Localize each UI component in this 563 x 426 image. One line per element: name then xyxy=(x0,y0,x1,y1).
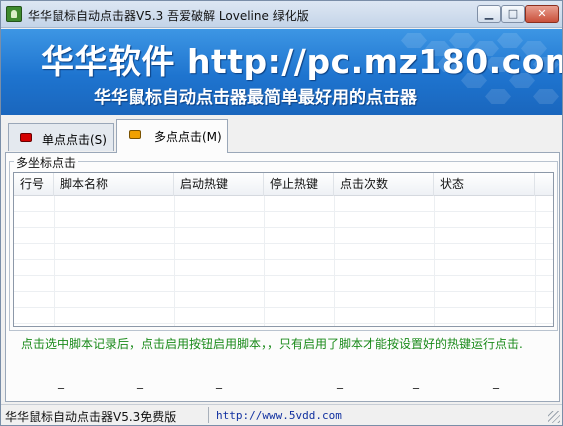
empty-list-row xyxy=(14,212,553,228)
column-header-status[interactable]: 状态 xyxy=(434,173,535,196)
empty-list-row xyxy=(14,260,553,276)
main-window: 华华鼠标自动点击器V5.3 吾爱破解 Loveline 绿化版 ▁ □ ✕ 华华… xyxy=(0,0,563,426)
status-divider xyxy=(208,407,209,423)
banner-hex-decoration xyxy=(533,89,559,104)
empty-list-row xyxy=(14,292,553,308)
column-header-stop-hotkey[interactable]: 停止热键 xyxy=(264,173,334,196)
placeholder-dash: _ xyxy=(337,375,343,389)
placeholder-dash: _ xyxy=(58,375,64,389)
tab-single-click[interactable]: 单点点击(S) xyxy=(8,123,114,151)
script-list[interactable]: 行号 脚本名称 启动热键 停止热键 点击次数 状态 xyxy=(13,172,554,327)
banner-subtitle: 华华鼠标自动点击器最简单最好用的点击器 xyxy=(94,88,417,108)
placeholder-dash: _ xyxy=(493,375,499,389)
title-bar[interactable]: 华华鼠标自动点击器V5.3 吾爱破解 Loveline 绿化版 ▁ □ ✕ xyxy=(1,1,562,28)
banner-title: 华华软件 http://pc.mz180.com xyxy=(41,42,562,81)
column-header-click-count[interactable]: 点击次数 xyxy=(334,173,434,196)
close-button[interactable]: ✕ xyxy=(525,5,559,23)
tab-multi-click[interactable]: 多点点击(M) xyxy=(116,119,228,153)
placeholder-dash: _ xyxy=(137,375,143,389)
banner-hex-decoration xyxy=(485,89,511,104)
usage-hint: 点击选中脚本记录后，点击启用按钮启用脚本，，只有启用了脚本才能按设置好的热键运行… xyxy=(21,337,523,351)
empty-list-row xyxy=(14,276,553,292)
list-header: 行号 脚本名称 启动热键 停止热键 点击次数 状态 xyxy=(14,173,553,196)
column-header-script-name[interactable]: 脚本名称 xyxy=(54,173,174,196)
red-square-icon xyxy=(20,133,32,142)
placeholder-dash: _ xyxy=(413,375,419,389)
group-title: 多坐标点击 xyxy=(14,154,79,171)
empty-list-row xyxy=(14,228,553,244)
status-bar: 华华鼠标自动点击器V5.3免费版 http://www.5vdd.com xyxy=(1,404,562,425)
tab-single-click-label: 单点点击(S) xyxy=(42,133,107,147)
status-app-version: 华华鼠标自动点击器V5.3免费版 xyxy=(5,410,177,424)
tab-multi-click-label: 多点点击(M) xyxy=(154,130,222,144)
app-icon xyxy=(6,6,22,22)
minimize-button[interactable]: ▁ xyxy=(477,5,501,23)
empty-list-row xyxy=(14,196,553,212)
status-website-link[interactable]: http://www.5vdd.com xyxy=(216,409,342,422)
column-header-row-number[interactable]: 行号 xyxy=(14,173,54,196)
orange-square-icon xyxy=(129,130,141,139)
empty-list-row xyxy=(14,244,553,260)
resize-grip-icon[interactable] xyxy=(548,411,560,423)
banner: 华华软件 http://pc.mz180.com 华华鼠标自动点击器最简单最好用… xyxy=(1,29,562,115)
placeholder-dash: _ xyxy=(216,375,222,389)
maximize-button[interactable]: □ xyxy=(501,5,525,23)
empty-list-row xyxy=(14,308,553,324)
window-title: 华华鼠标自动点击器V5.3 吾爱破解 Loveline 绿化版 xyxy=(28,9,309,23)
column-header-start-hotkey[interactable]: 启动热键 xyxy=(174,173,264,196)
